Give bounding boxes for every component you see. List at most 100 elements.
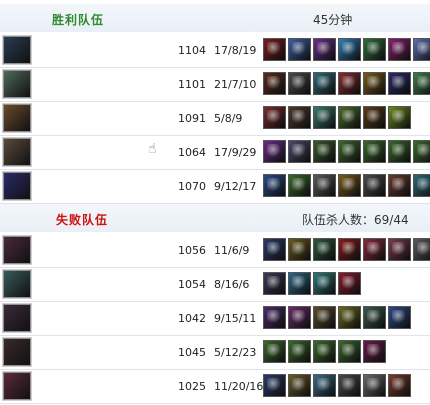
player-kda: 17/8/19 [214, 44, 257, 57]
player-kda: 11/20/16 [214, 380, 264, 393]
player-row[interactable]: 1025 11/20/16 [0, 370, 430, 404]
item-icon[interactable] [388, 38, 411, 61]
player-kda: 5/8/9 [214, 112, 243, 125]
item-icon[interactable] [263, 340, 286, 363]
item-icon[interactable] [263, 140, 286, 163]
champion-avatar[interactable] [3, 36, 31, 64]
item-icon[interactable] [263, 272, 286, 295]
item-icon[interactable] [313, 174, 336, 197]
item-icon[interactable] [263, 306, 286, 329]
item-icon[interactable] [363, 38, 386, 61]
player-row[interactable]: 1101 21/7/10 [0, 68, 430, 102]
item-icon[interactable] [313, 340, 336, 363]
champion-avatar[interactable] [3, 372, 31, 400]
team-kills: 队伍杀人数：69/44 [302, 213, 409, 227]
player-kda: 9/15/11 [214, 312, 257, 325]
item-icon[interactable] [288, 340, 311, 363]
item-icon[interactable] [363, 174, 386, 197]
item-icon[interactable] [338, 272, 361, 295]
item-icon[interactable] [288, 272, 311, 295]
item-icon[interactable] [338, 72, 361, 95]
losing-team-title: 失败队伍 [56, 213, 109, 227]
champion-avatar[interactable] [3, 338, 31, 366]
player-row[interactable]: 1091 5/8/9 [0, 102, 430, 136]
item-icon[interactable] [288, 106, 311, 129]
item-icon[interactable] [288, 374, 311, 397]
player-kda: 5/12/23 [214, 346, 257, 359]
player-row[interactable]: 1104 17/8/19 [0, 34, 430, 68]
player-score: 1064 [178, 146, 206, 159]
player-kda: 21/7/10 [214, 78, 257, 91]
player-kda: 9/12/17 [214, 180, 257, 193]
item-icon[interactable] [313, 38, 336, 61]
item-icon[interactable] [263, 374, 286, 397]
item-icon[interactable] [288, 38, 311, 61]
item-icon[interactable] [288, 174, 311, 197]
champion-avatar[interactable] [3, 138, 31, 166]
item-icon[interactable] [313, 238, 336, 261]
item-icon[interactable] [413, 140, 430, 163]
item-icon[interactable] [313, 72, 336, 95]
item-icon[interactable] [288, 140, 311, 163]
player-score: 1091 [178, 112, 206, 125]
hand-cursor-icon: ☝ [148, 141, 157, 157]
player-score: 1045 [178, 346, 206, 359]
item-icon[interactable] [313, 306, 336, 329]
player-kda: 11/6/9 [214, 244, 250, 257]
item-icon[interactable] [388, 106, 411, 129]
player-score: 1101 [178, 78, 206, 91]
item-icon[interactable] [363, 340, 386, 363]
item-icon[interactable] [263, 72, 286, 95]
item-icon[interactable] [363, 374, 386, 397]
item-icon[interactable] [338, 374, 361, 397]
item-icon[interactable] [338, 140, 361, 163]
champion-avatar[interactable] [3, 172, 31, 200]
item-icon[interactable] [338, 340, 361, 363]
item-icon[interactable] [388, 306, 411, 329]
item-icon[interactable] [263, 38, 286, 61]
item-icon[interactable] [288, 306, 311, 329]
item-icon[interactable] [288, 238, 311, 261]
item-icon[interactable] [313, 272, 336, 295]
champion-avatar[interactable] [3, 236, 31, 264]
item-icon[interactable] [263, 106, 286, 129]
item-icon[interactable] [363, 72, 386, 95]
player-row[interactable]: 1054 8/16/6 [0, 268, 430, 302]
item-icon[interactable] [413, 174, 430, 197]
item-icon[interactable] [288, 72, 311, 95]
item-icon[interactable] [363, 306, 386, 329]
item-icon[interactable] [363, 238, 386, 261]
item-icon[interactable] [388, 374, 411, 397]
player-row[interactable]: 1042 9/15/11 [0, 302, 430, 336]
item-icon[interactable] [313, 106, 336, 129]
item-icon[interactable] [413, 238, 430, 261]
champion-avatar[interactable] [3, 304, 31, 332]
item-icon[interactable] [263, 238, 286, 261]
champion-avatar[interactable] [3, 70, 31, 98]
item-icon[interactable] [363, 106, 386, 129]
item-icon[interactable] [338, 306, 361, 329]
player-score: 1056 [178, 244, 206, 257]
item-icon[interactable] [338, 38, 361, 61]
item-icon[interactable] [388, 72, 411, 95]
player-row[interactable]: 1045 5/12/23 [0, 336, 430, 370]
item-icon[interactable] [338, 106, 361, 129]
item-icon[interactable] [338, 174, 361, 197]
item-icon[interactable] [413, 72, 430, 95]
item-icon[interactable] [263, 174, 286, 197]
champion-avatar[interactable] [3, 104, 31, 132]
item-icon[interactable] [413, 38, 430, 61]
item-icon[interactable] [313, 374, 336, 397]
item-icon[interactable] [388, 174, 411, 197]
item-icon[interactable] [363, 140, 386, 163]
player-row[interactable]: 1056 11/6/9 [0, 234, 430, 268]
item-icon[interactable] [313, 140, 336, 163]
player-score: 1042 [178, 312, 206, 325]
player-row[interactable]: 1064 17/9/29 [0, 136, 430, 170]
item-icon[interactable] [388, 140, 411, 163]
player-row[interactable]: 1070 9/12/17 [0, 170, 430, 204]
player-score: 1054 [178, 278, 206, 291]
champion-avatar[interactable] [3, 270, 31, 298]
item-icon[interactable] [388, 238, 411, 261]
item-icon[interactable] [338, 238, 361, 261]
